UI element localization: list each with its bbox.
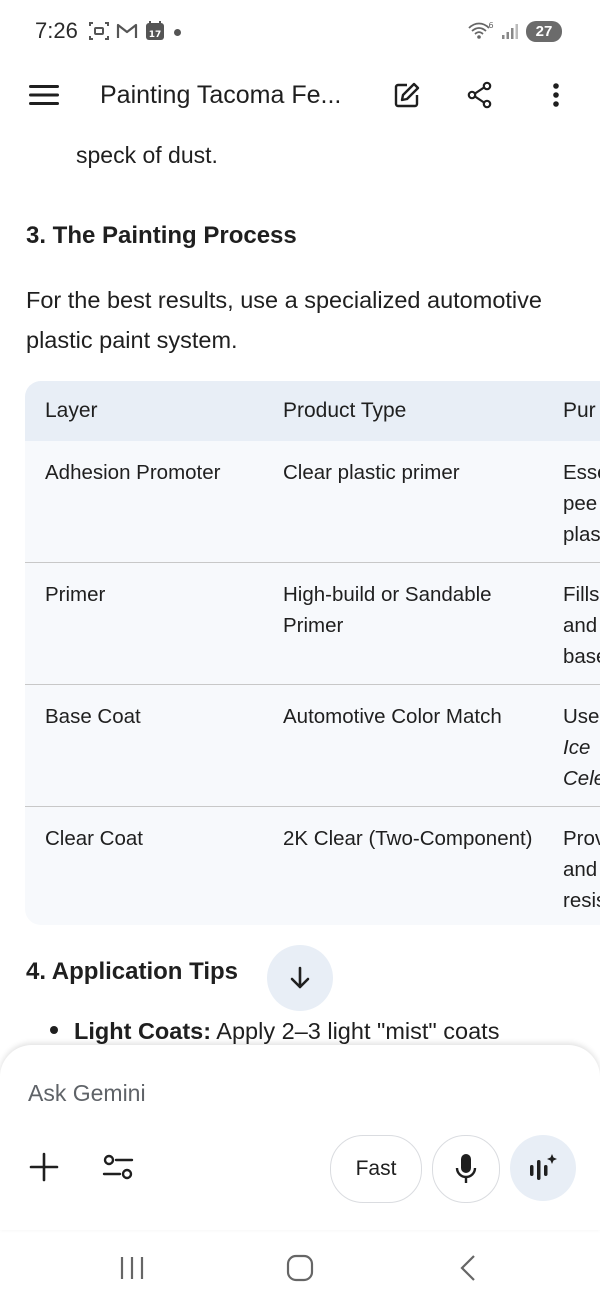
signal-icon bbox=[502, 24, 518, 39]
status-time: 7:26 bbox=[35, 18, 78, 43]
recents-button[interactable] bbox=[112, 1248, 152, 1288]
table-cell-product: 2K Clear (Two-Component) bbox=[283, 827, 533, 850]
app-bar: Painting Tacoma Fe... bbox=[0, 62, 600, 130]
table-cell-purpose: Use Ice Cele bbox=[563, 705, 600, 790]
table-header-purpose: Pur bbox=[563, 399, 596, 422]
svg-text:6: 6 bbox=[488, 21, 493, 30]
table-row: Clear Coat 2K Clear (Two-Component) Prov… bbox=[25, 807, 600, 925]
share-button[interactable] bbox=[456, 71, 504, 119]
table-row: Adhesion Promoter Clear plastic primer E… bbox=[25, 441, 600, 563]
svg-text:17: 17 bbox=[149, 30, 162, 40]
more-options-button[interactable] bbox=[532, 71, 580, 119]
home-icon bbox=[286, 1254, 314, 1282]
section-heading-painting-process: 3. The Painting Process bbox=[26, 222, 297, 249]
add-attachment-button[interactable] bbox=[20, 1143, 68, 1191]
table-header-row: Layer Product Type Pur bbox=[25, 381, 600, 441]
screenshot-icon bbox=[89, 22, 109, 40]
new-chat-button[interactable] bbox=[383, 71, 431, 119]
tools-button[interactable] bbox=[94, 1143, 142, 1191]
bullet-icon bbox=[50, 1025, 58, 1034]
table-cell-product: Automotive Color Match bbox=[283, 705, 502, 728]
table-cell-layer: Primer bbox=[45, 583, 106, 606]
conversation-title: Painting Tacoma Fe... bbox=[100, 81, 342, 109]
microphone-button[interactable] bbox=[432, 1135, 500, 1203]
wifi-icon: 6 bbox=[468, 21, 494, 39]
table-cell-purpose: Fills and base bbox=[563, 583, 600, 668]
system-navigation-bar bbox=[0, 1230, 600, 1300]
prompt-input-panel: Fast bbox=[0, 1045, 600, 1230]
notification-dot-icon bbox=[174, 29, 181, 36]
table-cell-product: High-build or Sandable Primer bbox=[283, 583, 492, 637]
table-cell-layer: Clear Coat bbox=[45, 827, 143, 850]
table-cell-layer: Adhesion Promoter bbox=[45, 461, 221, 484]
table-cell-purpose: Prov and resis bbox=[563, 827, 600, 912]
list-item: Light Coats: Apply 2–3 light "mist" coat… bbox=[50, 1018, 499, 1045]
notification-icons: 17 bbox=[88, 20, 166, 42]
model-mode-button[interactable]: Fast bbox=[330, 1135, 422, 1203]
live-audio-icon bbox=[530, 1154, 557, 1180]
table-row: Base Coat Automotive Color Match Use Ice… bbox=[25, 685, 600, 807]
status-right-icons: 6 27 bbox=[468, 20, 562, 42]
edit-icon bbox=[394, 82, 420, 108]
menu-button[interactable] bbox=[20, 71, 68, 119]
partial-text-line: speck of dust. bbox=[76, 142, 218, 168]
more-vert-icon bbox=[553, 83, 559, 107]
intro-paragraph: For the best results, use a specialized … bbox=[26, 287, 542, 353]
gmail-icon bbox=[116, 23, 138, 38]
arrow-down-icon bbox=[290, 966, 310, 989]
battery-indicator: 27 bbox=[526, 20, 562, 42]
table-header-product-type: Product Type bbox=[283, 399, 407, 422]
back-chevron-icon bbox=[460, 1255, 475, 1281]
home-button[interactable] bbox=[280, 1248, 320, 1288]
table-cell-purpose: Esse pee plas bbox=[563, 461, 600, 546]
calendar-icon: 17 bbox=[146, 21, 164, 40]
plus-icon bbox=[29, 1152, 59, 1182]
table-row: Primer High-build or Sandable Primer Fil… bbox=[25, 563, 600, 685]
status-bar: 7:26 17 6 27 bbox=[0, 0, 600, 62]
table-cell-layer: Base Coat bbox=[45, 705, 141, 728]
hamburger-menu-icon bbox=[29, 85, 59, 105]
back-button[interactable] bbox=[448, 1248, 488, 1288]
scroll-to-bottom-button[interactable] bbox=[267, 945, 333, 1011]
section-heading-application-tips: 4. Application Tips bbox=[26, 958, 239, 985]
microphone-icon bbox=[455, 1154, 477, 1183]
recents-icon bbox=[120, 1257, 144, 1279]
tune-icon bbox=[102, 1154, 134, 1180]
table-cell-product: Clear plastic primer bbox=[283, 461, 460, 484]
table-header-layer: Layer bbox=[45, 399, 98, 422]
ask-gemini-input[interactable] bbox=[28, 1075, 568, 1111]
response-content[interactable]: speck of dust. 3. The Painting Process F… bbox=[0, 130, 600, 1050]
paint-layers-table[interactable]: Layer Product Type Pur Adhesion Promoter… bbox=[25, 381, 600, 925]
share-icon bbox=[467, 81, 492, 109]
gemini-live-button[interactable] bbox=[510, 1135, 576, 1201]
